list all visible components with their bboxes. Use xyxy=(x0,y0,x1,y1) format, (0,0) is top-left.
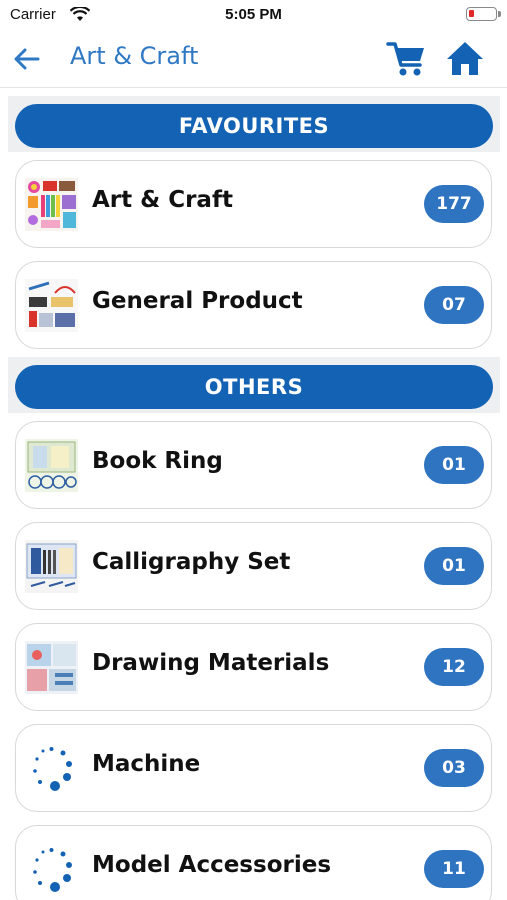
list-item-machine[interactable]: Machine 03 xyxy=(15,724,492,812)
count-badge: 11 xyxy=(424,850,484,888)
art-craft-thumbnail-icon xyxy=(25,178,78,231)
list-item-drawing-materials[interactable]: Drawing Materials 12 xyxy=(15,623,492,711)
count-badge: 177 xyxy=(424,185,484,223)
loading-spinner-icon xyxy=(33,848,72,892)
calligraphy-set-thumbnail-icon xyxy=(25,540,78,593)
list-item-label: Model Accessories xyxy=(92,852,332,878)
count-badge: 01 xyxy=(424,446,484,484)
others-section-header: OTHERS xyxy=(8,357,500,413)
list-item-label: Book Ring xyxy=(92,448,223,474)
list-item-label: Machine xyxy=(92,751,201,777)
others-label: OTHERS xyxy=(15,365,493,409)
list-item-model-accessories[interactable]: Model Accessories 11 xyxy=(15,825,492,900)
drawing-materials-thumbnail-icon xyxy=(25,641,78,694)
favourites-label: FAVOURITES xyxy=(15,104,493,148)
count-badge: 03 xyxy=(424,749,484,787)
nav-bar: Art & Craft xyxy=(0,30,507,88)
clock: 5:05 PM xyxy=(225,6,282,23)
loading-spinner-icon xyxy=(33,747,72,791)
cart-icon xyxy=(386,42,424,76)
list-item-label: Calligraphy Set xyxy=(92,549,291,575)
list-item-art-craft[interactable]: Art & Craft 177 xyxy=(15,160,492,248)
cart-button[interactable] xyxy=(386,38,428,80)
home-icon xyxy=(447,42,483,75)
list-item-general-product[interactable]: General Product 07 xyxy=(15,261,492,349)
status-bar: Carrier 5:05 PM xyxy=(0,0,507,30)
general-product-thumbnail-icon xyxy=(25,279,78,332)
count-badge: 12 xyxy=(424,648,484,686)
list-item-label: Art & Craft xyxy=(92,187,233,213)
count-badge: 01 xyxy=(424,547,484,585)
back-arrow-icon xyxy=(14,48,40,70)
battery-icon xyxy=(466,7,501,21)
count-badge: 07 xyxy=(424,286,484,324)
favourites-section-header: FAVOURITES xyxy=(8,96,500,152)
back-button[interactable] xyxy=(10,42,44,76)
book-ring-thumbnail-icon xyxy=(25,439,78,492)
page-title: Art & Craft xyxy=(70,42,199,70)
list-item-book-ring[interactable]: Book Ring 01 xyxy=(15,421,492,509)
list-item-label: General Product xyxy=(92,288,303,314)
list-item-label: Drawing Materials xyxy=(92,650,330,676)
list-item-calligraphy-set[interactable]: Calligraphy Set 01 xyxy=(15,522,492,610)
home-button[interactable] xyxy=(444,38,486,80)
